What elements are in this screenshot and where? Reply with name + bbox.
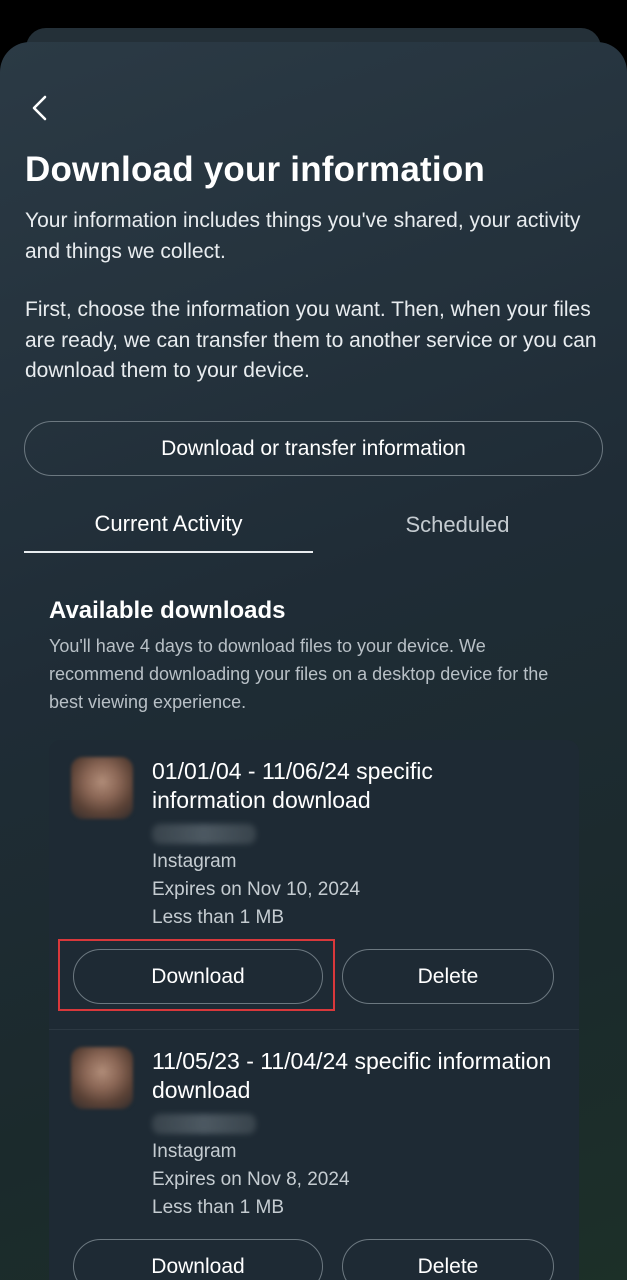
tab-current-activity[interactable]: Current Activity — [24, 497, 313, 553]
back-button[interactable] — [22, 90, 58, 126]
delete-button[interactable]: Delete — [342, 949, 554, 1004]
download-expiry: Expires on Nov 8, 2024 — [152, 1169, 350, 1190]
download-expiry: Expires on Nov 10, 2024 — [152, 879, 361, 900]
page-title: Download your information — [25, 150, 485, 189]
download-button[interactable]: Download — [73, 1239, 323, 1280]
download-platform: Instagram — [152, 1141, 237, 1162]
download-size: Less than 1 MB — [152, 1197, 285, 1218]
tab-scheduled[interactable]: Scheduled — [313, 497, 602, 553]
section-description: You'll have 4 days to download files to … — [49, 636, 549, 712]
blurred-username — [152, 824, 256, 844]
blurred-username — [152, 1114, 256, 1134]
intro-paragraph-2: First, choose the information you want. … — [25, 298, 597, 382]
chevron-left-icon — [32, 95, 47, 121]
sheet: Download your information Your informati… — [0, 42, 627, 1280]
section-title: Available downloads — [49, 597, 286, 624]
download-or-transfer-button[interactable]: Download or transfer information — [24, 421, 603, 476]
download-size: Less than 1 MB — [152, 907, 285, 928]
status-bar — [0, 0, 627, 30]
profile-avatar — [71, 757, 133, 819]
profile-avatar — [71, 1047, 133, 1109]
download-title: 11/05/23 - 11/04/24 specific information… — [152, 1048, 552, 1103]
download-item: 11/05/23 - 11/04/24 specific information… — [49, 1029, 579, 1280]
delete-button[interactable]: Delete — [342, 1239, 554, 1280]
intro-paragraph-1: Your information includes things you've … — [25, 209, 581, 263]
download-title: 01/01/04 - 11/06/24 specific information… — [152, 758, 433, 813]
tab-bar: Current Activity Scheduled — [24, 497, 603, 553]
highlight-box — [58, 939, 335, 1011]
download-platform: Instagram — [152, 851, 237, 872]
